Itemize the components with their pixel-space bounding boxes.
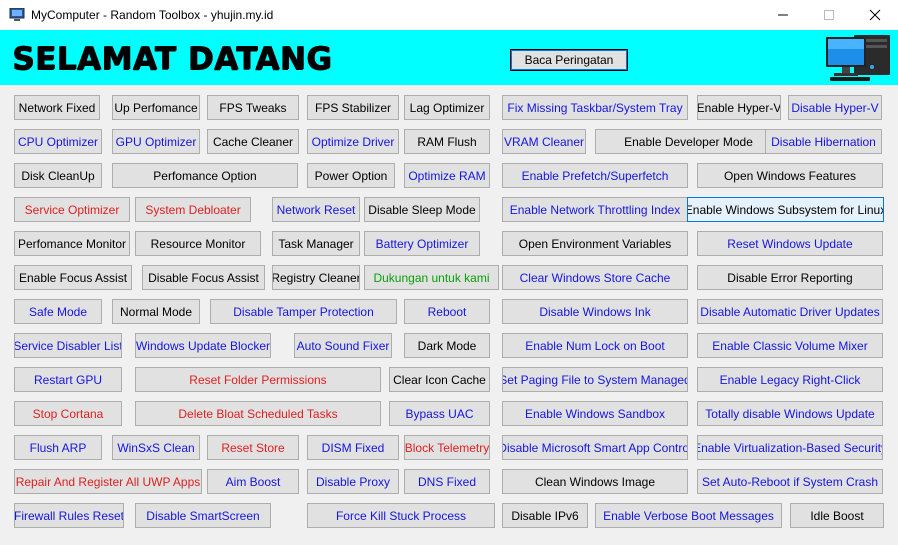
minimize-icon xyxy=(778,14,788,16)
enable-hyper-v-button[interactable]: Enable Hyper-V xyxy=(697,95,781,120)
restart-gpu-button[interactable]: Restart GPU xyxy=(14,367,122,392)
disable-smartscreen-button[interactable]: Disable SmartScreen xyxy=(135,503,271,528)
winsxs-clean-button[interactable]: WinSxS Clean xyxy=(112,435,200,460)
enable-developer-mode-button[interactable]: Enable Developer Mode xyxy=(595,129,782,154)
disable-windows-ink-button[interactable]: Disable Windows Ink xyxy=(502,299,688,324)
clear-icon-cache-button[interactable]: Clear Icon Cache xyxy=(389,367,490,392)
up-perfomance-button[interactable]: Up Perfomance xyxy=(112,95,200,120)
reboot-button[interactable]: Reboot xyxy=(404,299,490,324)
repair-and-register-all-uwp-apps-button[interactable]: Repair And Register All UWP Apps xyxy=(14,469,202,494)
disable-microsoft-smart-app-control-button[interactable]: Disable Microsoft Smart App Control xyxy=(502,435,688,460)
ram-flush-button[interactable]: RAM Flush xyxy=(404,129,490,154)
header-banner: SELAMAT DATANG Baca Peringatan xyxy=(0,30,898,85)
clean-windows-image-button[interactable]: Clean Windows Image xyxy=(502,469,688,494)
enable-num-lock-on-boot-button[interactable]: Enable Num Lock on Boot xyxy=(502,333,688,358)
cache-cleaner-button[interactable]: Cache Cleaner xyxy=(207,129,299,154)
minimize-button[interactable] xyxy=(760,0,806,30)
disable-hibernation-button[interactable]: Disable Hibernation xyxy=(765,129,882,154)
close-button[interactable] xyxy=(852,0,898,30)
network-reset-button[interactable]: Network Reset xyxy=(272,197,360,222)
disable-hyper-v-button[interactable]: Disable Hyper-V xyxy=(788,95,882,120)
title-bar[interactable]: MyComputer - Random Toolbox - yhujin.my.… xyxy=(0,0,898,30)
perfomance-monitor-button[interactable]: Perfomance Monitor xyxy=(14,231,130,256)
disk-cleanup-button[interactable]: Disk CleanUp xyxy=(14,163,102,188)
power-option-button[interactable]: Power Option xyxy=(307,163,395,188)
force-kill-stuck-process-button[interactable]: Force Kill Stuck Process xyxy=(307,503,495,528)
firewall-rules-reset-button[interactable]: Firewall Rules Reset xyxy=(14,503,124,528)
fix-missing-taskbar-system-tray-button[interactable]: Fix Missing Taskbar/System Tray xyxy=(502,95,688,120)
flush-arp-button[interactable]: Flush ARP xyxy=(14,435,102,460)
read-warning-button[interactable]: Baca Peringatan xyxy=(510,49,628,71)
delete-bloat-scheduled-tasks-button[interactable]: Delete Bloat Scheduled Tasks xyxy=(135,401,381,426)
maximize-icon xyxy=(824,10,834,20)
computer-icon xyxy=(826,35,890,81)
lag-optimizer-button[interactable]: Lag Optimizer xyxy=(404,95,490,120)
disable-focus-assist-button[interactable]: Disable Focus Assist xyxy=(142,265,265,290)
disable-error-reporting-button[interactable]: Disable Error Reporting xyxy=(697,265,883,290)
disable-sleep-mode-button[interactable]: Disable Sleep Mode xyxy=(364,197,480,222)
normal-mode-button[interactable]: Normal Mode xyxy=(112,299,200,324)
disable-tamper-protection-button[interactable]: Disable Tamper Protection xyxy=(210,299,397,324)
optimize-driver-button[interactable]: Optimize Driver xyxy=(307,129,399,154)
open-environment-variables-button[interactable]: Open Environment Variables xyxy=(502,231,688,256)
enable-windows-subsystem-for-linux-button[interactable]: Enable Windows Subsystem for Linux xyxy=(687,197,884,222)
totally-disable-windows-update-button[interactable]: Totally disable Windows Update xyxy=(697,401,883,426)
system-debloater-button[interactable]: System Debloater xyxy=(135,197,251,222)
block-telemetry-button[interactable]: Block Telemetry xyxy=(404,435,490,460)
bypass-uac-button[interactable]: Bypass UAC xyxy=(389,401,490,426)
enable-prefetch-superfetch-button[interactable]: Enable Prefetch/Superfetch xyxy=(502,163,688,188)
window-title: MyComputer - Random Toolbox - yhujin.my.… xyxy=(31,8,274,22)
enable-network-throttling-index-button[interactable]: Enable Network Throttling Index xyxy=(502,197,688,222)
safe-mode-button[interactable]: Safe Mode xyxy=(14,299,102,324)
cpu-optimizer-button[interactable]: CPU Optimizer xyxy=(14,129,102,154)
set-paging-file-to-system-managed-button[interactable]: Set Paging File to System Managed xyxy=(502,367,688,392)
close-icon xyxy=(869,9,881,21)
set-auto-reboot-if-system-crash-button[interactable]: Set Auto-Reboot if System Crash xyxy=(697,469,883,494)
computer-icon xyxy=(9,8,25,21)
stop-cortana-button[interactable]: Stop Cortana xyxy=(14,401,122,426)
enable-legacy-right-click-button[interactable]: Enable Legacy Right-Click xyxy=(697,367,883,392)
battery-optimizer-button[interactable]: Battery Optimizer xyxy=(364,231,480,256)
windows-update-blocker-button[interactable]: Windows Update Blocker xyxy=(135,333,271,358)
fps-tweaks-button[interactable]: FPS Tweaks xyxy=(207,95,299,120)
auto-sound-fixer-button[interactable]: Auto Sound Fixer xyxy=(294,333,392,358)
idle-boost-button[interactable]: Idle Boost xyxy=(790,503,884,528)
disable-ipv6-button[interactable]: Disable IPv6 xyxy=(502,503,588,528)
enable-focus-assist-button[interactable]: Enable Focus Assist xyxy=(14,265,132,290)
optimize-ram-button[interactable]: Optimize RAM xyxy=(404,163,490,188)
welcome-heading: SELAMAT DATANG xyxy=(12,41,333,77)
aim-boost-button[interactable]: Aim Boost xyxy=(207,469,299,494)
dukungan-untuk-kami-button[interactable]: Dukungan untuk kami xyxy=(364,265,499,290)
enable-verbose-boot-messages-button[interactable]: Enable Verbose Boot Messages xyxy=(595,503,782,528)
network-fixed-button[interactable]: Network Fixed xyxy=(14,95,100,120)
fps-stabilizer-button[interactable]: FPS Stabilizer xyxy=(307,95,399,120)
clear-windows-store-cache-button[interactable]: Clear Windows Store Cache xyxy=(502,265,688,290)
enable-classic-volume-mixer-button[interactable]: Enable Classic Volume Mixer xyxy=(697,333,883,358)
gpu-optimizer-button[interactable]: GPU Optimizer xyxy=(112,129,200,154)
reset-folder-permissions-button[interactable]: Reset Folder Permissions xyxy=(135,367,381,392)
vram-cleaner-button[interactable]: VRAM Cleaner xyxy=(502,129,586,154)
registry-cleaner-button[interactable]: Registry Cleaner xyxy=(272,265,360,290)
dark-mode-button[interactable]: Dark Mode xyxy=(404,333,490,358)
dns-fixed-button[interactable]: DNS Fixed xyxy=(404,469,490,494)
service-optimizer-button[interactable]: Service Optimizer xyxy=(14,197,130,222)
enable-windows-sandbox-button[interactable]: Enable Windows Sandbox xyxy=(502,401,688,426)
app-window: MyComputer - Random Toolbox - yhujin.my.… xyxy=(0,0,898,545)
task-manager-button[interactable]: Task Manager xyxy=(272,231,360,256)
open-windows-features-button[interactable]: Open Windows Features xyxy=(697,163,883,188)
resource-monitor-button[interactable]: Resource Monitor xyxy=(135,231,261,256)
enable-virtualization-based-security-button[interactable]: Enable Virtualization-Based Security xyxy=(697,435,883,460)
service-disabler-list-button[interactable]: Service Disabler List xyxy=(14,333,122,358)
reset-store-button[interactable]: Reset Store xyxy=(207,435,299,460)
disable-automatic-driver-updates-button[interactable]: Disable Automatic Driver Updates xyxy=(697,299,883,324)
perfomance-option-button[interactable]: Perfomance Option xyxy=(112,163,298,188)
disable-proxy-button[interactable]: Disable Proxy xyxy=(307,469,399,494)
maximize-button[interactable] xyxy=(806,0,852,30)
dism-fixed-button[interactable]: DISM Fixed xyxy=(307,435,399,460)
reset-windows-update-button[interactable]: Reset Windows Update xyxy=(697,231,883,256)
